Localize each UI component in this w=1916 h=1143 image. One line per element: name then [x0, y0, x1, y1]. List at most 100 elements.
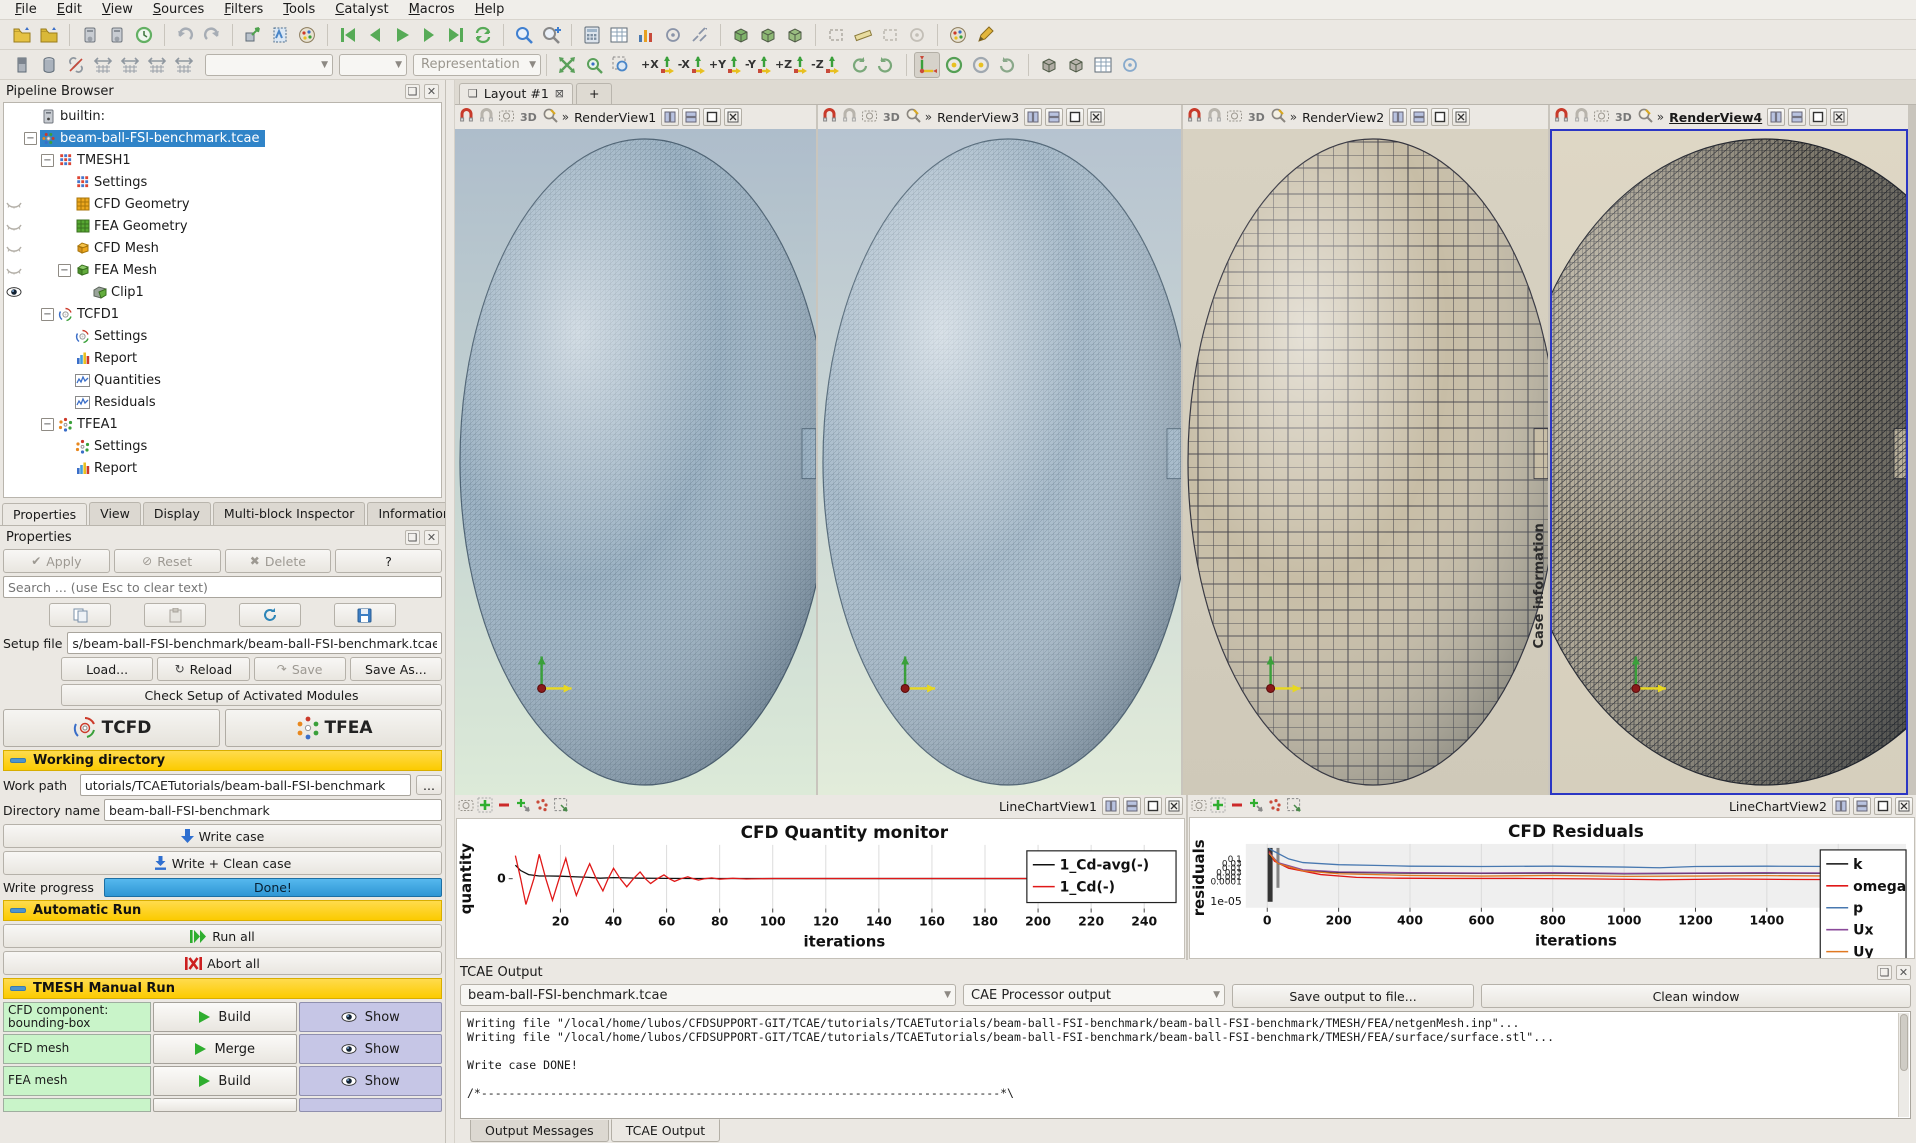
split-horizontal-button[interactable]	[1832, 797, 1850, 815]
save-button[interactable]: ↷Save	[254, 657, 346, 681]
new-layout-tab[interactable]: +	[576, 83, 612, 104]
layout-tab[interactable]: ❑ Layout #1 ⊠	[459, 83, 573, 104]
remove-selection-icon[interactable]	[496, 797, 512, 816]
clip-filter-icon[interactable]	[728, 22, 754, 48]
slice-filter-icon[interactable]	[755, 22, 781, 48]
show-button[interactable]: Show	[299, 1002, 443, 1032]
pipeline-item-fea-mesh[interactable]: −FEA Mesh	[4, 259, 441, 281]
link-camera-icon[interactable]	[821, 107, 838, 127]
help-button[interactable]: ?	[335, 549, 442, 573]
capture-view-icon[interactable]	[861, 107, 878, 127]
build-button[interactable]: Build	[153, 1002, 297, 1032]
reset-camera-icon[interactable]	[554, 52, 580, 78]
toggle-selection-icon[interactable]	[515, 797, 531, 816]
rescale-temporal-icon[interactable]	[144, 52, 170, 78]
sphere-widget-icon[interactable]	[904, 22, 930, 48]
redo-icon[interactable]	[199, 22, 225, 48]
menu-file[interactable]: File	[6, 1, 46, 18]
close-panel-icon[interactable]: ✕	[1896, 965, 1911, 980]
play-icon[interactable]	[389, 22, 415, 48]
pipeline-item-tmesh1[interactable]: −TMESH1	[4, 149, 441, 171]
unlink-camera-icon[interactable]	[841, 107, 858, 127]
closed-eye-icon[interactable]	[4, 243, 24, 253]
menu-help[interactable]: Help	[466, 1, 514, 18]
close-view-button[interactable]	[724, 108, 742, 126]
unlink-camera-icon[interactable]	[1573, 107, 1590, 127]
tree-expander-icon[interactable]: −	[41, 154, 54, 167]
capture-view-icon[interactable]	[1593, 107, 1610, 127]
edit-color-map-icon[interactable]	[945, 22, 971, 48]
merge-button[interactable]: Merge	[153, 1034, 297, 1064]
view-menu-chevron-icon[interactable]: »	[562, 110, 569, 124]
pipeline-item-cfd-geometry[interactable]: CFD Geometry	[4, 193, 441, 215]
select-points-icon[interactable]	[534, 797, 550, 816]
run-all-button[interactable]: Run all	[3, 924, 442, 948]
tab-information[interactable]: Information	[367, 502, 445, 525]
open-source-icon[interactable]	[240, 22, 266, 48]
pipeline-item-cfd-mesh[interactable]: CFD Mesh	[4, 237, 441, 259]
show-button[interactable]: Show	[299, 1034, 443, 1064]
set-view-minus-x[interactable]: -X	[676, 52, 707, 78]
build-button[interactable]: Build	[153, 1066, 297, 1096]
pipeline-item-beam-ball-fsi-benchmark-tcae[interactable]: −beam-ball-FSI-benchmark.tcae	[4, 127, 441, 149]
viewport-renderview1[interactable]	[455, 129, 816, 795]
pipeline-item-fea-geometry[interactable]: FEA Geometry	[4, 215, 441, 237]
adjust-camera-icon[interactable]	[1117, 52, 1143, 78]
last-frame-icon[interactable]	[443, 22, 469, 48]
view-menu-chevron-icon[interactable]: »	[1657, 110, 1664, 124]
previous-frame-icon[interactable]	[362, 22, 388, 48]
check-setup-button[interactable]: Check Setup of Activated Modules	[61, 684, 442, 706]
histogram-icon[interactable]	[633, 22, 659, 48]
open-file-icon[interactable]	[9, 22, 35, 48]
link-camera-icon[interactable]	[1553, 107, 1570, 127]
work-path-input[interactable]	[80, 774, 411, 796]
pick-center-icon[interactable]	[968, 52, 994, 78]
rotate-90-ccw-icon[interactable]	[873, 52, 899, 78]
view-title[interactable]: RenderView4	[1667, 110, 1764, 125]
split-horizontal-button[interactable]	[1024, 108, 1042, 126]
representation-combo[interactable]: Representation▼	[413, 54, 541, 76]
split-horizontal-button[interactable]	[1102, 797, 1120, 815]
rubber-band-select-icon[interactable]	[1286, 797, 1302, 816]
reload-button[interactable]: ↻Reload	[157, 657, 249, 681]
apply-button[interactable]: ✔Apply	[3, 549, 110, 573]
directory-name-input[interactable]	[104, 799, 442, 821]
pipeline-item-residuals[interactable]: Residuals	[4, 391, 441, 413]
tree-expander-icon[interactable]: −	[41, 308, 54, 321]
save-properties-button[interactable]	[334, 603, 396, 627]
maximize-view-button[interactable]	[1431, 108, 1449, 126]
split-vertical-button[interactable]	[1123, 797, 1141, 815]
float-panel-icon[interactable]: ❏	[405, 84, 420, 99]
menu-sources[interactable]: Sources	[144, 1, 213, 18]
save-output-button[interactable]: Save output to file...	[1232, 984, 1474, 1008]
open-eye-icon[interactable]	[4, 287, 24, 297]
rescale-visible-icon[interactable]	[171, 52, 197, 78]
show-center-rotation-icon[interactable]	[941, 52, 967, 78]
link-camera-icon[interactable]	[1186, 107, 1203, 127]
split-vertical-button[interactable]	[1853, 797, 1871, 815]
view-title[interactable]: RenderView3	[935, 110, 1021, 125]
split-vertical-button[interactable]	[1788, 108, 1806, 126]
probe-location-icon[interactable]	[660, 22, 686, 48]
split-horizontal-button[interactable]	[1389, 108, 1407, 126]
spreadsheet-view-icon[interactable]	[1090, 52, 1116, 78]
view-menu-chevron-icon[interactable]: »	[1290, 110, 1297, 124]
link-break-icon[interactable]	[63, 52, 89, 78]
pencil-icon[interactable]	[972, 22, 998, 48]
menu-macros[interactable]: Macros	[400, 1, 464, 18]
tab-display[interactable]: Display	[143, 502, 211, 525]
select-points-icon[interactable]	[1267, 797, 1283, 816]
pipeline-item-report[interactable]: Report	[4, 347, 441, 369]
split-horizontal-button[interactable]	[1767, 108, 1785, 126]
viewport-renderview4[interactable]	[1550, 129, 1908, 795]
close-layout-icon[interactable]: ⊠	[555, 87, 564, 100]
rescale-data-range-icon[interactable]	[90, 52, 116, 78]
pipeline-item-tfea1[interactable]: −TFEA1	[4, 413, 441, 435]
close-view-button[interactable]	[1165, 797, 1183, 815]
temporal-history-icon[interactable]	[131, 22, 157, 48]
zoom-search-icon[interactable]	[511, 22, 537, 48]
glyph-filter-icon[interactable]	[687, 22, 713, 48]
pipeline-item-settings[interactable]: Settings	[4, 435, 441, 457]
split-horizontal-button[interactable]	[661, 108, 679, 126]
write-case-button[interactable]: Write case	[3, 824, 442, 848]
